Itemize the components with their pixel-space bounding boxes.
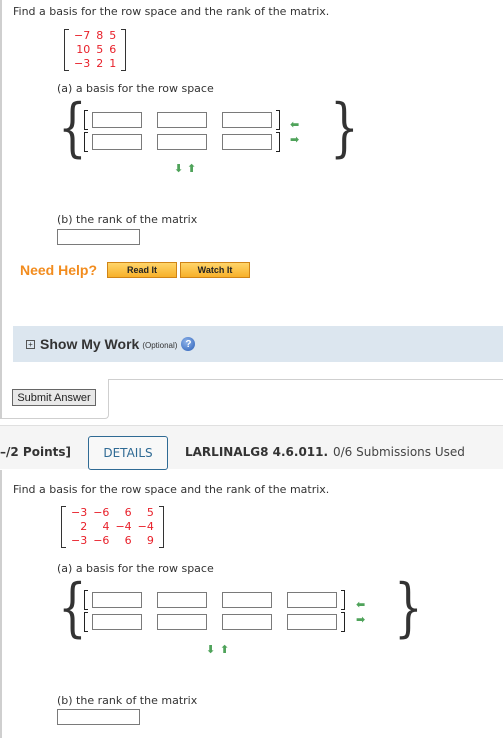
part-b-label: (b) the rank of the matrix (57, 213, 198, 226)
matrix-row: −7 8 5 (71, 29, 119, 43)
basis-entry-input[interactable] (222, 614, 272, 630)
arrow-up-icon[interactable]: ⬆ (187, 163, 196, 174)
basis-entry-input[interactable] (222, 134, 272, 150)
matrix-row: −3 2 1 (71, 57, 119, 71)
basis-row (84, 611, 345, 633)
left-bracket (64, 29, 69, 71)
plus-box-icon[interactable]: + (26, 339, 35, 349)
matrix-row: 2 4 −4 −4 (68, 520, 157, 534)
rank-input[interactable] (57, 709, 140, 725)
given-matrix: −3 −6 6 5 2 4 −4 −4 −3 −6 6 9 (61, 506, 164, 548)
arrow-right-icon[interactable]: ➡ (356, 614, 365, 625)
matrix-entry: −4 (137, 520, 154, 533)
basis-entry-input[interactable] (92, 614, 142, 630)
need-help-label: Need Help? (20, 262, 98, 278)
row-right-bracket (276, 110, 280, 130)
basis-entry-input[interactable] (92, 134, 142, 150)
show-my-work-panel[interactable]: + Show My Work (Optional) ? (13, 326, 503, 362)
matrix-entry: 5 (146, 506, 154, 519)
left-bracket (61, 506, 66, 548)
matrix-entry: 1 (109, 57, 117, 70)
question-icon[interactable]: ? (181, 337, 196, 351)
matrix-entry: −4 (115, 520, 132, 533)
basis-entry-input[interactable] (287, 614, 337, 630)
row-left-bracket (84, 110, 88, 130)
right-bracket (158, 506, 164, 548)
matrix-entry: 10 (76, 43, 91, 56)
matrix-entry: 6 (124, 534, 132, 547)
matrix-entry: 4 (102, 520, 110, 533)
given-matrix: −7 8 5 10 5 6 −3 2 1 (64, 29, 127, 71)
basis-vectors (84, 589, 345, 633)
matrix-entry: −3 (71, 534, 88, 547)
question-header: –/2 Points] DETAILS LARLINALG8 4.6.011. … (0, 425, 503, 470)
matrix-row: 10 5 6 (71, 43, 119, 57)
submit-answer-button[interactable]: Submit Answer (12, 389, 96, 406)
matrix-entry: 2 (96, 57, 104, 70)
matrix-entry: 5 (96, 43, 104, 56)
optional-label: (Optional) (142, 341, 178, 350)
basis-entry-input[interactable] (222, 112, 272, 128)
matrix-entry: −7 (74, 29, 91, 42)
watch-it-button[interactable]: Watch It (180, 262, 250, 278)
matrix-entry: 5 (109, 29, 117, 42)
left-border (0, 0, 2, 418)
basis-row (84, 109, 280, 131)
read-it-button[interactable]: Read It (107, 262, 177, 278)
matrix-row: −3 −6 6 9 (68, 534, 157, 548)
points-label: –/2 Points] (0, 445, 71, 459)
matrix-entry: −6 (93, 506, 110, 519)
basis-vectors (84, 109, 280, 153)
right-brace: } (394, 571, 423, 645)
matrix-entry: 6 (124, 506, 132, 519)
basis-entry-input[interactable] (157, 112, 207, 128)
rank-input[interactable] (57, 229, 140, 245)
matrix-entry: −3 (71, 506, 88, 519)
matrix-entry: 6 (109, 43, 117, 56)
details-button[interactable]: DETAILS (88, 436, 168, 470)
arrow-down-icon[interactable]: ⬇ (206, 644, 215, 655)
basis-entry-input[interactable] (157, 134, 207, 150)
matrix-entry: 9 (146, 534, 154, 547)
basis-row (84, 589, 345, 611)
basis-entry-input[interactable] (157, 614, 207, 630)
basis-entry-input[interactable] (287, 592, 337, 608)
row-right-bracket (341, 612, 345, 632)
left-brace: { (58, 571, 87, 645)
problem-prompt: Find a basis for the row space and the r… (13, 483, 330, 496)
part-b-label: (b) the rank of the matrix (57, 694, 198, 707)
divider (108, 379, 503, 380)
matrix-entry: 8 (96, 29, 104, 42)
matrix-entry: −6 (93, 534, 110, 547)
arrow-right-icon[interactable]: ➡ (290, 134, 299, 145)
matrix-row: −3 −6 6 5 (68, 506, 157, 520)
right-bracket (121, 29, 127, 71)
show-my-work-title[interactable]: Show My Work (40, 336, 139, 352)
basis-entry-input[interactable] (222, 592, 272, 608)
left-brace: { (58, 91, 87, 165)
basis-entry-input[interactable] (157, 592, 207, 608)
basis-entry-input[interactable] (92, 112, 142, 128)
matrix-entry: −3 (74, 57, 91, 70)
arrow-left-icon[interactable]: ⬅ (290, 119, 299, 130)
row-left-bracket (84, 590, 88, 610)
left-border (0, 470, 2, 738)
arrow-down-icon[interactable]: ⬇ (174, 163, 183, 174)
problem-prompt: Find a basis for the row space and the r… (13, 5, 330, 18)
submissions-used: 0/6 Submissions Used (333, 445, 465, 459)
row-right-bracket (341, 590, 345, 610)
question-code: LARLINALG8 4.6.011. (185, 445, 329, 459)
basis-entry-input[interactable] (92, 592, 142, 608)
matrix-entry: 2 (80, 520, 88, 533)
right-brace: } (330, 91, 359, 165)
row-left-bracket (84, 132, 88, 152)
row-right-bracket (276, 132, 280, 152)
arrow-left-icon[interactable]: ⬅ (356, 599, 365, 610)
basis-row (84, 131, 280, 153)
row-left-bracket (84, 612, 88, 632)
arrow-up-icon[interactable]: ⬆ (220, 644, 229, 655)
